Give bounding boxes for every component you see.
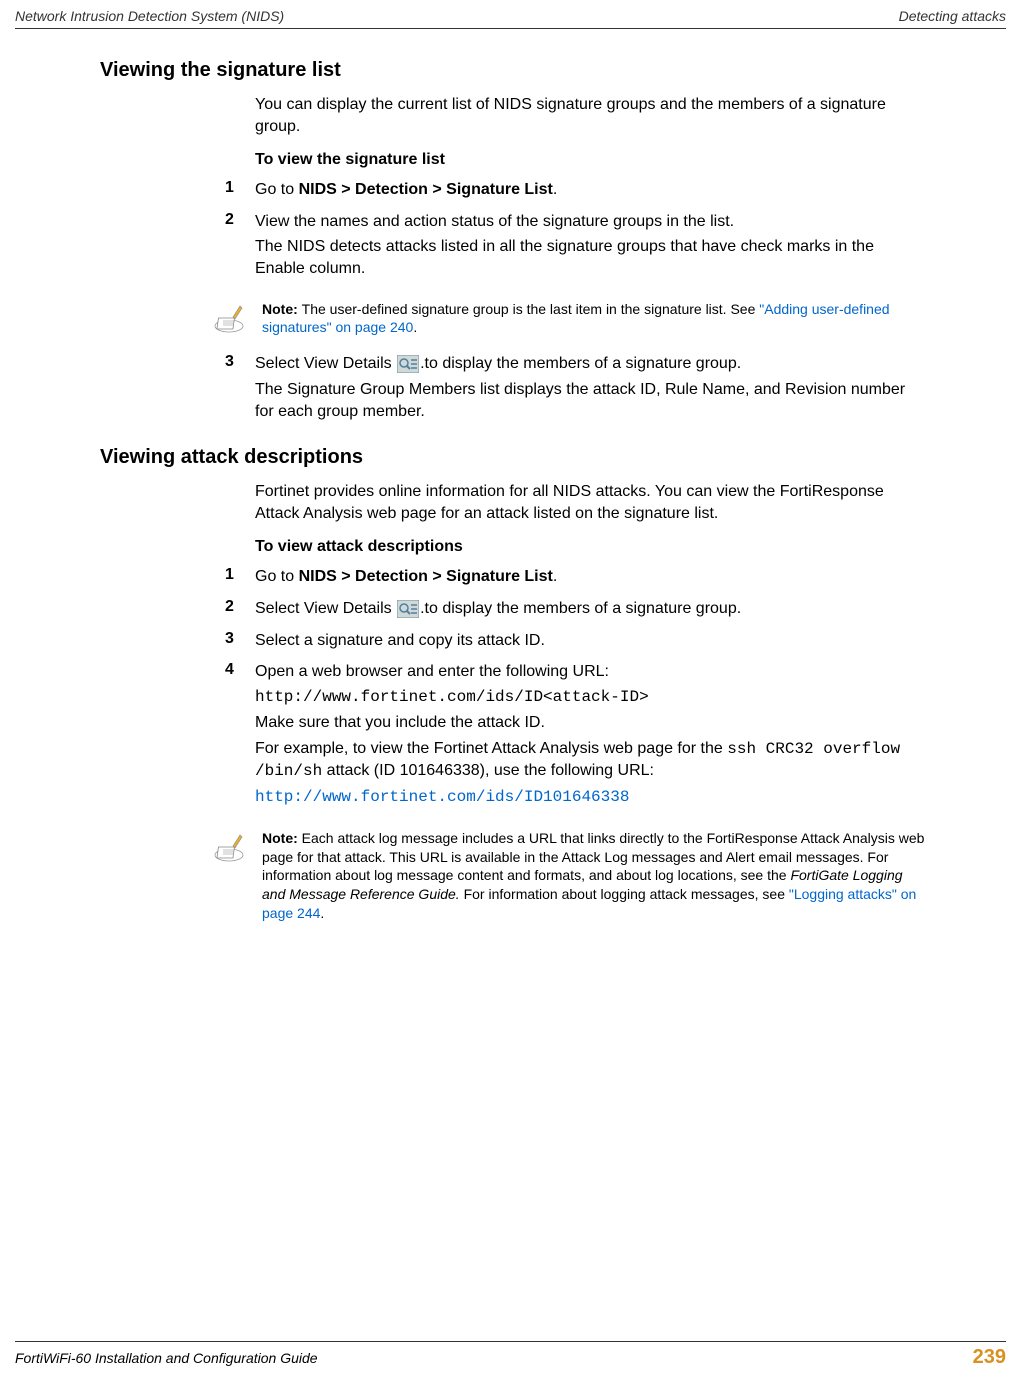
step-text: The NIDS detects attacks listed in all t… [255, 236, 926, 279]
header-left: Network Intrusion Detection System (NIDS… [15, 8, 284, 24]
section-heading-signature-list: Viewing the signature list [100, 59, 926, 82]
step-number: 1 [225, 566, 255, 588]
footer-title: FortiWiFi-60 Installation and Configurat… [15, 1350, 318, 1366]
step-text: For example, to view the Fortinet Attack… [255, 738, 926, 783]
page-content: Viewing the signature list You can displ… [0, 59, 1021, 923]
note-icon [210, 829, 248, 863]
step-text: . [553, 181, 557, 198]
note-block: Note: Each attack log message includes a… [210, 829, 926, 923]
step-row: 3 Select a signature and copy its attack… [225, 630, 926, 652]
example-url-link[interactable]: http://www.fortinet.com/ids/ID101646338 [255, 787, 926, 809]
step-number: 2 [225, 211, 255, 284]
step-text-fragment: .to display the members of a signature g… [420, 600, 741, 617]
step-content: Go to NIDS > Detection > Signature List. [255, 179, 926, 201]
step-content: Go to NIDS > Detection > Signature List. [255, 566, 926, 588]
step-text-fragment: For example, to view the Fortinet Attack… [255, 740, 727, 757]
step-number: 4 [225, 661, 255, 813]
step-row: 3 Select View Details .to display the me… [225, 353, 926, 426]
intro-paragraph: Fortinet provides online information for… [255, 481, 926, 524]
procedure-heading: To view attack descriptions [255, 538, 926, 556]
step-text: View the names and action status of the … [255, 211, 926, 233]
note-body: . [413, 319, 417, 335]
header-rule [15, 28, 1006, 29]
step-text: Make sure that you include the attack ID… [255, 712, 926, 734]
url-template: http://www.fortinet.com/ids/ID<attack-ID… [255, 687, 926, 709]
note-block: Note: The user-defined signature group i… [210, 300, 926, 338]
step-text: Go to [255, 181, 299, 198]
step-text: Go to [255, 568, 299, 585]
intro-paragraph: You can display the current list of NIDS… [255, 94, 926, 137]
nav-path: NIDS > Detection > Signature List [299, 181, 553, 198]
step-content: Open a web browser and enter the followi… [255, 661, 926, 813]
step-text: The Signature Group Members list display… [255, 379, 926, 422]
procedure-heading: To view the signature list [255, 151, 926, 169]
step-content: View the names and action status of the … [255, 211, 926, 284]
section-heading-attack-descriptions: Viewing attack descriptions [100, 446, 926, 469]
step-row: 2 Select View Details .to display the me… [225, 598, 926, 620]
footer-row: FortiWiFi-60 Installation and Configurat… [15, 1346, 1006, 1369]
page-footer: FortiWiFi-60 Installation and Configurat… [15, 1341, 1006, 1369]
step-number: 3 [225, 630, 255, 652]
step-text: Open a web browser and enter the followi… [255, 661, 926, 683]
step-content: Select a signature and copy its attack I… [255, 630, 926, 652]
view-details-icon [397, 355, 419, 373]
step-text: Select View Details .to display the memb… [255, 353, 926, 375]
note-label: Note: [262, 830, 302, 846]
step-text-fragment: .to display the members of a signature g… [420, 355, 741, 372]
step-number: 2 [225, 598, 255, 620]
step-text-fragment: Select View Details [255, 355, 396, 372]
note-text: Note: Each attack log message includes a… [262, 829, 926, 923]
step-content: Select View Details .to display the memb… [255, 598, 926, 620]
note-body: . [320, 905, 324, 921]
step-content: Select View Details .to display the memb… [255, 353, 926, 426]
page-number: 239 [973, 1346, 1006, 1369]
note-icon [210, 300, 248, 334]
header-right: Detecting attacks [899, 8, 1006, 24]
view-details-icon [397, 600, 419, 618]
page-header: Network Intrusion Detection System (NIDS… [0, 0, 1021, 28]
step-text-fragment: Select View Details [255, 600, 396, 617]
step-row: 4 Open a web browser and enter the follo… [225, 661, 926, 813]
step-number: 3 [225, 353, 255, 426]
step-number: 1 [225, 179, 255, 201]
note-body: For information about logging attack mes… [460, 886, 789, 902]
note-label: Note: [262, 301, 302, 317]
step-row: 1 Go to NIDS > Detection > Signature Lis… [225, 566, 926, 588]
step-text: . [553, 568, 557, 585]
note-body: The user-defined signature group is the … [302, 301, 760, 317]
step-row: 2 View the names and action status of th… [225, 211, 926, 284]
note-text: Note: The user-defined signature group i… [262, 300, 926, 338]
footer-rule [15, 1341, 1006, 1342]
nav-path: NIDS > Detection > Signature List [299, 568, 553, 585]
step-text-fragment: attack (ID 101646338), use the following… [322, 762, 654, 779]
step-row: 1 Go to NIDS > Detection > Signature Lis… [225, 179, 926, 201]
